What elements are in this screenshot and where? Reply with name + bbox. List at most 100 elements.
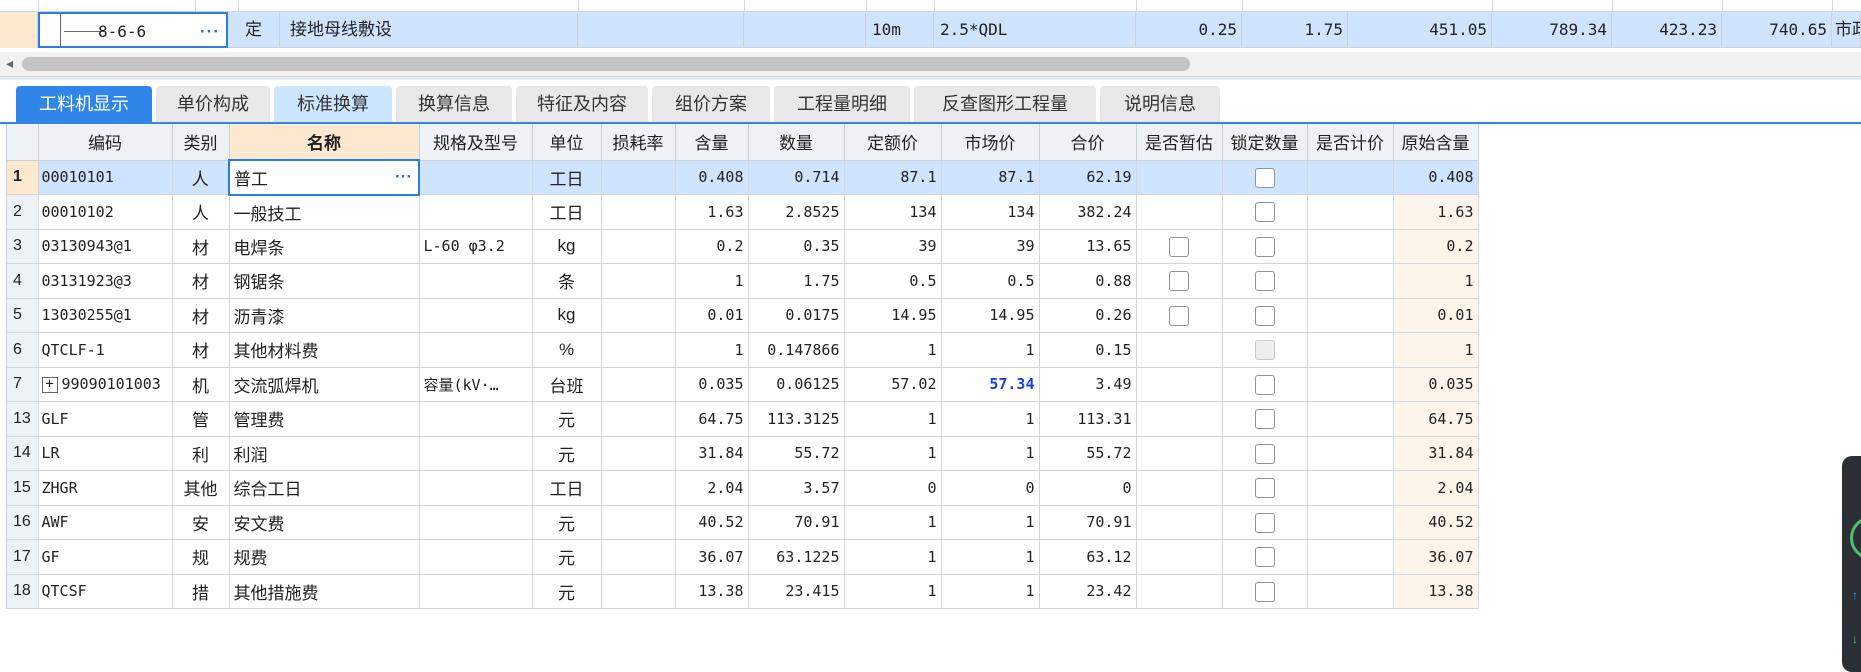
cell-original-content[interactable]: 64.75 <box>1393 401 1479 437</box>
cell-market-price[interactable]: 57.34 <box>941 367 1040 402</box>
header-lock-quantity[interactable]: 锁定数量 <box>1222 124 1308 161</box>
cell-category[interactable]: 机 <box>172 367 230 402</box>
ellipsis-icon[interactable]: ··· <box>200 14 220 46</box>
cell-spec[interactable]: L-60 φ3.2 <box>419 229 533 264</box>
cell-total[interactable]: 3.49 <box>1039 367 1137 402</box>
cell-original-content[interactable]: 13.38 <box>1393 574 1479 609</box>
cell-is-priced[interactable] <box>1307 229 1394 264</box>
cell-code[interactable]: ZHGR <box>38 470 173 506</box>
cell-quota-price[interactable]: 1 <box>844 574 942 609</box>
cell-name[interactable]: 电焊条 <box>229 229 420 264</box>
cell-is-priced[interactable] <box>1307 263 1394 299</box>
cell-market-price[interactable]: 1 <box>941 505 1040 540</box>
cell-is-estimate[interactable] <box>1136 367 1223 402</box>
cell-is-estimate[interactable] <box>1136 401 1223 437</box>
cell-loss-rate[interactable] <box>601 505 676 540</box>
row-code-cell[interactable]: 8-6-6 ··· <box>38 12 228 48</box>
cell-spec[interactable] <box>419 160 533 195</box>
cell-loss-rate[interactable] <box>601 436 676 471</box>
row-number[interactable]: 4 <box>7 263 39 299</box>
cell-original-content[interactable]: 1 <box>1393 263 1479 299</box>
row-number[interactable]: 18 <box>7 574 39 609</box>
cell-total[interactable]: 62.19 <box>1039 160 1137 195</box>
cell-quota-price[interactable]: 1 <box>844 505 942 540</box>
cell-quantity[interactable]: 1.75 <box>748 263 845 299</box>
cell-is-estimate[interactable] <box>1136 436 1223 471</box>
cell-market-price[interactable]: 1 <box>941 436 1040 471</box>
cell-original-content[interactable]: 36.07 <box>1393 539 1479 575</box>
lock-quantity-checkbox[interactable] <box>1254 167 1275 188</box>
cell-loss-rate[interactable] <box>601 263 676 299</box>
cell-quantity[interactable]: 55.72 <box>748 436 845 471</box>
header-category[interactable]: 类别 <box>172 124 230 161</box>
cell-lock-quantity[interactable] <box>1222 470 1308 506</box>
arrow-left-icon[interactable]: ◂ <box>6 55 13 72</box>
cell-loss-rate[interactable] <box>601 539 676 575</box>
lock-quantity-checkbox[interactable] <box>1254 478 1275 498</box>
cell-spec[interactable] <box>419 298 533 333</box>
cell-name[interactable]: 普工 ··· <box>228 159 420 196</box>
cell-loss-rate[interactable] <box>601 470 676 506</box>
table-row[interactable]: 13 GLF 管管理费元 64.75 113.3125 1 1 113.31 64.75 <box>7 401 1479 437</box>
tab-description[interactable]: 说明信息 <box>1100 86 1220 122</box>
cell-is-estimate[interactable] <box>1136 194 1223 230</box>
cell-loss-rate[interactable] <box>601 160 676 195</box>
table-row[interactable]: 15 ZHGR 其他 综合工日 工日 2.04 3.57 0 0 0 2.04 <box>7 470 1479 506</box>
cell-name[interactable]: 钢锯条 <box>229 263 420 299</box>
lock-quantity-checkbox[interactable] <box>1254 202 1275 222</box>
cell-quantity[interactable]: 113.3125 <box>748 401 845 437</box>
row-number[interactable]: 15 <box>7 470 39 506</box>
row-number[interactable]: 5 <box>7 298 39 333</box>
cell-total[interactable]: 0.26 <box>1039 298 1137 333</box>
cell-name[interactable]: 规费 <box>229 539 420 575</box>
cell-unit[interactable]: kg <box>532 229 602 264</box>
cell-unit[interactable]: 元 <box>532 574 602 609</box>
cell-name[interactable]: 一般技工 <box>229 194 420 230</box>
cell-spec[interactable] <box>419 401 533 437</box>
cell-content[interactable]: 40.52 <box>675 505 749 540</box>
cell-total[interactable]: 0.88 <box>1039 263 1137 299</box>
cell-is-priced[interactable] <box>1307 539 1394 575</box>
tab-labor-material-machine[interactable]: 工料机显示 <box>16 86 152 122</box>
tab-quantity-details[interactable]: 工程量明细 <box>774 86 910 122</box>
cell-lock-quantity[interactable] <box>1222 367 1308 402</box>
cell-quantity[interactable]: 0.0175 <box>748 298 845 333</box>
cell-quantity[interactable]: 70.91 <box>748 505 845 540</box>
scrollbar-thumb[interactable] <box>22 57 1190 71</box>
header-total[interactable]: 合价 <box>1039 124 1137 161</box>
cell-name[interactable]: 其他材料费 <box>229 332 420 368</box>
cell-content[interactable]: 1 <box>675 263 749 299</box>
cell-name[interactable]: 综合工日 <box>229 470 420 506</box>
cell-is-priced[interactable] <box>1307 194 1394 230</box>
cell-quota-price[interactable]: 57.02 <box>844 367 942 402</box>
cell-loss-rate[interactable] <box>601 194 676 230</box>
table-row[interactable]: 5 13030255@1 材沥青漆 kg 0.01 0.0175 14.95 14.95 0.2… <box>7 298 1479 333</box>
cell-quota-price[interactable]: 39 <box>844 229 942 264</box>
cell-content[interactable]: 13.38 <box>675 574 749 609</box>
cell-unit[interactable]: 条 <box>532 263 602 299</box>
cell-total[interactable]: 70.91 <box>1039 505 1137 540</box>
tab-conversion-info[interactable]: 换算信息 <box>396 86 512 122</box>
cell-is-priced[interactable] <box>1307 160 1394 195</box>
cell-total[interactable]: 23.42 <box>1039 574 1137 609</box>
cell-category[interactable]: 安 <box>172 505 230 540</box>
plus-square-icon[interactable]: + <box>41 376 58 393</box>
cell-total[interactable]: 55.72 <box>1039 436 1137 471</box>
cell-total[interactable]: 0 <box>1039 470 1137 506</box>
cell-quantity[interactable]: 0.35 <box>748 229 845 264</box>
cell-loss-rate[interactable] <box>601 574 676 609</box>
cell-code[interactable]: GF <box>38 539 173 575</box>
tab-unit-price-composition[interactable]: 单价构成 <box>156 86 270 122</box>
cell-category[interactable]: 人 <box>172 160 230 195</box>
lock-quantity-checkbox[interactable] <box>1254 271 1275 291</box>
header-is-priced[interactable]: 是否计价 <box>1307 124 1394 161</box>
cell-lock-quantity[interactable] <box>1222 194 1308 230</box>
cell-category[interactable]: 材 <box>172 229 230 264</box>
cell-market-price[interactable]: 39 <box>941 229 1040 264</box>
cell-is-estimate[interactable] <box>1136 574 1223 609</box>
table-row[interactable]: 17 GF 规规费元 36.07 63.1225 1 1 63.12 36.07 <box>7 539 1479 575</box>
cell-original-content[interactable]: 1.63 <box>1393 194 1479 230</box>
table-row[interactable]: 18 QTCSF 措其他措施费元 13.38 23.415 1 1 23.42 13.38 <box>7 574 1479 609</box>
cell-quota-price[interactable]: 1 <box>844 436 942 471</box>
cell-market-price[interactable]: 1 <box>941 574 1040 609</box>
